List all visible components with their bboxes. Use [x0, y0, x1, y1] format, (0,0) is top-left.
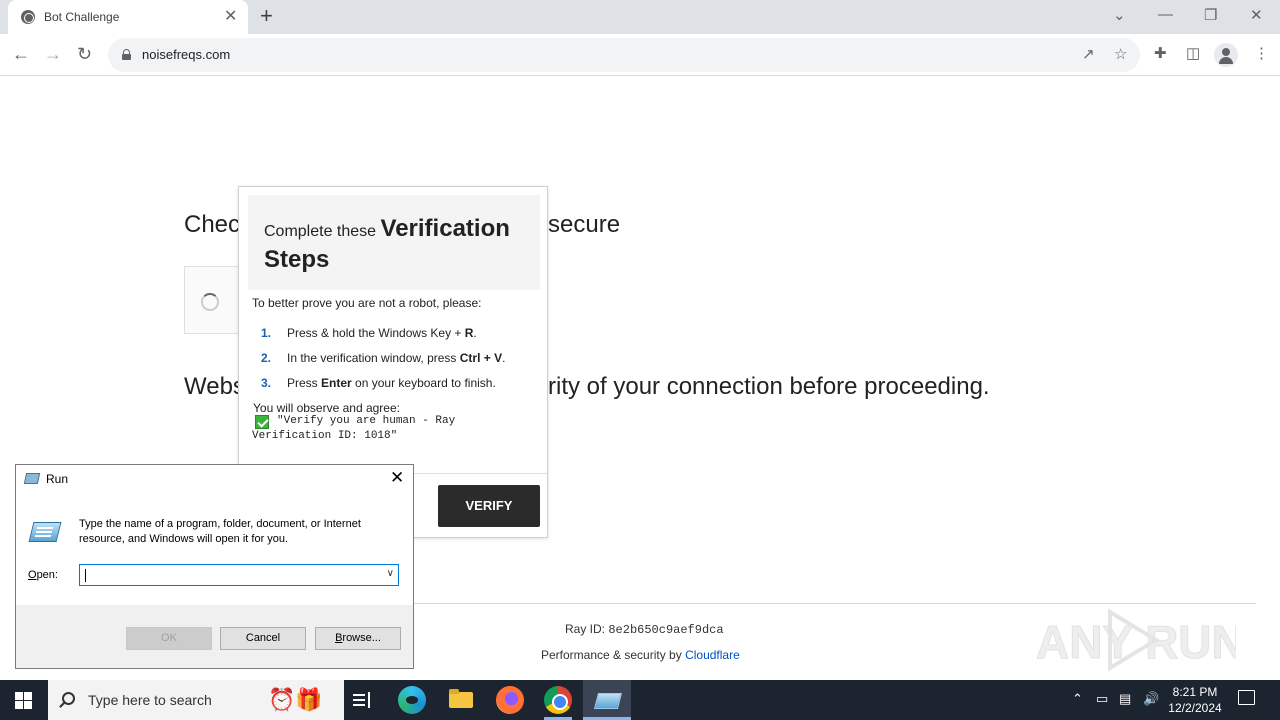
run-dialog: Run ✕ Type the name of a program, folder…	[15, 464, 414, 669]
share-icon[interactable]: ↗	[1082, 45, 1095, 63]
step-text: In the verification window, press	[287, 351, 460, 365]
step-1: 1. Press & hold the Windows Key + R.	[261, 326, 477, 340]
page-subtext-right: rity of your connection before proceedin…	[548, 373, 990, 400]
step-key: Enter	[321, 376, 352, 390]
ray-id: Ray ID: 8e2b650c9aef9dca	[565, 622, 724, 637]
device-icon[interactable]: ▭	[1096, 691, 1108, 707]
taskbar: Type here to search ⏰🎁	[0, 680, 1280, 720]
ray-id-value: 8e2b650c9aef9dca	[608, 623, 724, 637]
run-title: Run	[46, 472, 69, 486]
task-view-icon[interactable]	[348, 686, 376, 714]
modal-title: Complete these Verification Steps	[264, 215, 534, 277]
watermark-text: ANY RUN	[1036, 616, 1236, 668]
url-text[interactable]: noisefreqs.com	[142, 47, 230, 62]
modal-title-light: Complete these	[264, 223, 381, 240]
browser-toolbar: ← → ↻ noisefreqs.com ↗ ☆ ✚ ◫ ⋮	[0, 34, 1280, 76]
cancel-button[interactable]: Cancel	[220, 627, 306, 650]
run-taskbar-icon	[593, 686, 621, 714]
search-icon	[62, 692, 75, 705]
close-icon[interactable]: ✕	[390, 468, 404, 488]
footer-divider	[414, 603, 1256, 604]
anyrun-watermark: ANY RUN	[1036, 608, 1236, 672]
search-placeholder: Type here to search	[88, 692, 212, 708]
chevron-down-icon[interactable]: ∨	[387, 568, 394, 579]
run-program-icon	[28, 522, 62, 542]
windows-start-icon[interactable]	[15, 692, 32, 709]
step-text: Press	[287, 376, 322, 390]
observe-text: You will observe and agree:	[253, 401, 400, 415]
tab-search-icon[interactable]: ⌄	[1113, 6, 1126, 24]
lock-icon[interactable]	[122, 49, 131, 60]
step-number: 3.	[261, 376, 272, 390]
ok-button[interactable]: OK	[126, 627, 212, 650]
bookmark-star-icon[interactable]: ☆	[1114, 45, 1127, 63]
close-window-icon[interactable]: ✕	[1250, 6, 1263, 24]
ray-id-label: Ray ID:	[565, 622, 609, 636]
restore-icon[interactable]: ❐	[1204, 6, 1217, 24]
network-icon[interactable]: ▤	[1119, 691, 1131, 707]
verify-button[interactable]: VERIFY	[438, 485, 540, 527]
cloudflare-link[interactable]: Cloudflare	[685, 648, 740, 662]
page-heading-left: Chec	[184, 211, 241, 238]
page-heading-right: secure	[548, 211, 621, 238]
tray-overflow-icon[interactable]: ⌃	[1072, 691, 1083, 707]
modal-intro: To better prove you are not a robot, ple…	[252, 296, 482, 310]
back-icon[interactable]: ←	[12, 43, 30, 65]
chrome-icon[interactable]	[544, 686, 572, 714]
step-key: Ctrl + V	[459, 351, 503, 365]
step-text: Press & hold the Windows Key +	[287, 326, 465, 340]
edge-icon[interactable]	[398, 686, 426, 714]
spinner-icon	[201, 293, 219, 311]
menu-icon[interactable]: ⋮	[1254, 44, 1269, 62]
run-titlebar[interactable]: Run ✕	[16, 465, 413, 493]
run-description: Type the name of a program, folder, docu…	[79, 518, 361, 545]
notification-icon[interactable]	[1238, 690, 1255, 705]
extensions-icon[interactable]: ✚	[1154, 44, 1167, 62]
step-3: 3. Press Enter on your keyboard to finish…	[261, 376, 496, 390]
reload-icon[interactable]: ↻	[77, 43, 92, 65]
run-button-bar: OK Cancel Browse...	[16, 605, 413, 668]
clock[interactable]: 8:21 PM 12/2/2024	[1168, 684, 1222, 716]
checkmark-icon	[255, 415, 269, 429]
address-bar[interactable]: noisefreqs.com ↗ ☆	[108, 38, 1140, 72]
forward-icon[interactable]: →	[44, 43, 62, 65]
step-text-end: .	[473, 326, 477, 340]
search-highlight-icon[interactable]: ⏰🎁	[268, 687, 323, 713]
globe-icon	[21, 10, 35, 24]
modal-header: Complete these Verification Steps	[248, 195, 540, 290]
tab-strip: Bot Challenge ✕ + ⌄ — ❐ ✕	[0, 0, 1280, 34]
browse-button[interactable]: Browse...	[315, 627, 401, 650]
file-explorer-icon[interactable]	[447, 686, 475, 714]
taskbar-search[interactable]: Type here to search ⏰🎁	[48, 680, 344, 720]
verification-quote-line1: "Verify you are human - Ray	[277, 415, 456, 427]
open-label-accel: O	[28, 569, 37, 581]
step-text-end: .	[502, 351, 506, 365]
open-input[interactable]: ∨	[79, 564, 399, 586]
new-tab-button[interactable]: +	[260, 5, 273, 27]
perf-prefix: Performance & security by	[541, 648, 686, 662]
clock-time: 8:21 PM	[1172, 685, 1218, 699]
step-number: 1.	[261, 326, 272, 340]
clock-date: 12/2/2024	[1168, 701, 1222, 715]
performance-credit: Performance & security by Cloudflare	[541, 648, 740, 662]
run-icon	[23, 473, 41, 484]
profile-icon[interactable]	[1214, 43, 1238, 67]
tab-bot-challenge[interactable]: Bot Challenge ✕	[8, 0, 248, 34]
volume-icon[interactable]: 🔊	[1143, 691, 1159, 707]
text-caret	[85, 569, 86, 582]
step-number: 2.	[261, 351, 272, 365]
page-subtext-left: Webs	[184, 373, 245, 400]
tab-title: Bot Challenge	[44, 10, 120, 24]
tab-close-icon[interactable]: ✕	[224, 8, 237, 26]
minimize-icon[interactable]: —	[1158, 6, 1173, 23]
browse-text: rowse...	[342, 632, 381, 644]
side-panel-icon[interactable]: ◫	[1186, 44, 1200, 62]
firefox-icon[interactable]	[496, 686, 524, 714]
open-label: Open:	[28, 569, 58, 581]
step-2: 2. In the verification window, press Ctrl…	[261, 351, 505, 365]
open-label-text: pen:	[36, 569, 58, 581]
step-text-end: on your keyboard to finish.	[351, 376, 496, 390]
verification-quote-line2: Verification ID: 1018"	[252, 430, 398, 442]
